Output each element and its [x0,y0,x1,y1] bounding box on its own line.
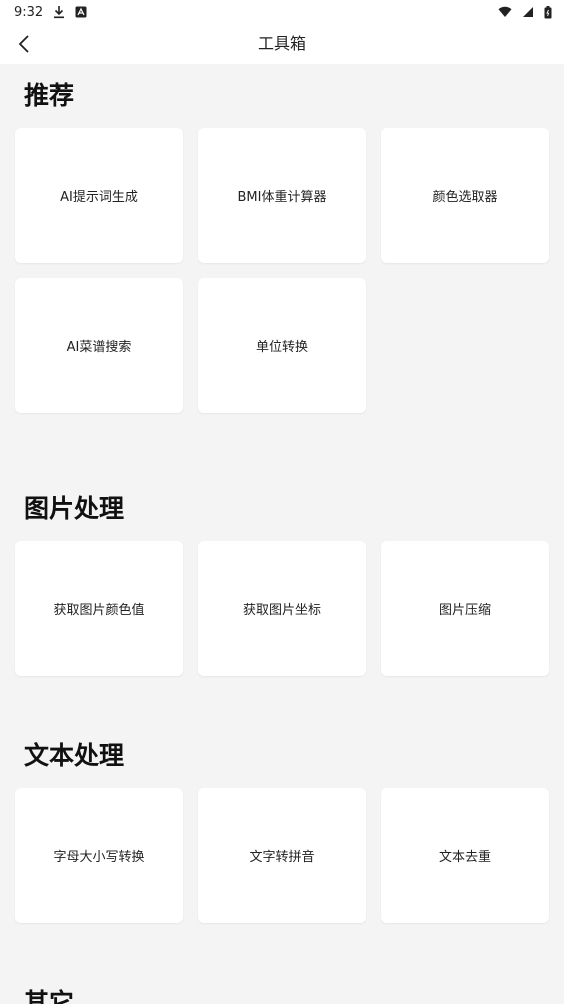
tool-card-unit-converter[interactable]: 单位转换 [198,278,366,413]
tool-card-image-coordinates[interactable]: 获取图片坐标 [198,541,366,676]
section-title: 文本处理 [24,741,125,770]
tool-card-label: 图片压缩 [438,603,491,618]
wifi-icon [498,6,512,18]
status-time: 9:32 [14,4,44,20]
tool-card-label: 单位转换 [255,340,308,355]
section-title: 其它 [24,988,75,1004]
content: 推荐 AI提示词生成 BMI体重计算器 颜色选取器 AI菜谱搜索 单位转换 图片… [0,64,564,1004]
tool-card-text-dedupe[interactable]: 文本去重 [381,788,549,923]
tool-card-ai-recipe-search[interactable]: AI菜谱搜索 [15,278,183,413]
status-bar: 9:32 [0,0,564,24]
section-image-processing: 图片处理 获取图片颜色值 获取图片坐标 图片压缩 [0,477,564,676]
notification-a-icon [75,6,87,18]
page-title: 工具箱 [257,34,306,53]
tool-card-label: 文字转拼音 [249,850,315,865]
tool-card-image-compress[interactable]: 图片压缩 [381,541,549,676]
tool-grid: 字母大小写转换 文字转拼音 文本去重 [0,788,564,923]
battery-icon [544,5,552,19]
tool-card-label: 获取图片坐标 [242,603,321,618]
download-icon [53,5,65,19]
tool-card-case-converter[interactable]: 字母大小写转换 [15,788,183,923]
tool-card-ai-prompt[interactable]: AI提示词生成 [15,128,183,263]
tool-grid: 获取图片颜色值 获取图片坐标 图片压缩 [0,541,564,676]
status-right [498,5,552,19]
tool-card-label: 获取图片颜色值 [53,603,145,618]
tool-card-color-picker[interactable]: 颜色选取器 [381,128,549,263]
tool-card-label: AI菜谱搜索 [66,340,132,355]
top-area: 9:32 工具箱 [0,0,564,64]
tool-card-label: 颜色选取器 [432,190,498,205]
status-left: 9:32 [14,5,87,20]
section-text-processing: 文本处理 字母大小写转换 文字转拼音 文本去重 [0,724,564,923]
tool-card-bmi-calculator[interactable]: BMI体重计算器 [198,128,366,263]
app-bar: 工具箱 [0,24,564,64]
tool-grid: AI提示词生成 BMI体重计算器 颜色选取器 AI菜谱搜索 单位转换 [0,128,564,413]
signal-icon [522,6,534,18]
tool-card-image-color-value[interactable]: 获取图片颜色值 [15,541,183,676]
section-title: 图片处理 [24,494,125,523]
section-title: 推荐 [24,81,75,110]
tool-card-label: 文本去重 [438,850,491,865]
tool-card-label: BMI体重计算器 [237,190,327,205]
tool-card-label: AI提示词生成 [60,190,138,205]
section-other: 其它 [0,971,564,1004]
tool-card-label: 字母大小写转换 [53,850,145,865]
tool-card-text-to-pinyin[interactable]: 文字转拼音 [198,788,366,923]
section-recommended: 推荐 AI提示词生成 BMI体重计算器 颜色选取器 AI菜谱搜索 单位转换 [0,64,564,413]
